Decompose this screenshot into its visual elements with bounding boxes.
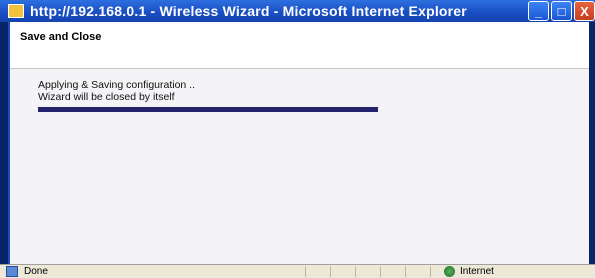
browser-window: http://192.168.0.1 - Wireless Wizard - M… (0, 0, 595, 278)
close-icon: X (580, 3, 589, 19)
status-divider (355, 266, 356, 277)
progress-fill (38, 107, 378, 112)
dialog-body: Applying & Saving configuration .. Wizar… (10, 69, 589, 264)
page-title: Save and Close (20, 31, 102, 43)
status-bar: Done Internet (0, 264, 595, 278)
message-line-2: Wizard will be closed by itself (38, 91, 175, 103)
title-bar[interactable]: http://192.168.0.1 - Wireless Wizard - M… (0, 0, 595, 22)
status-divider (305, 266, 306, 277)
status-divider (330, 266, 331, 277)
page-content: Save and Close Applying & Saving configu… (8, 22, 589, 264)
close-button[interactable]: X (574, 1, 595, 21)
minimize-icon: _ (534, 3, 543, 19)
status-divider (405, 266, 406, 277)
maximize-button[interactable]: □ (551, 1, 572, 21)
maximize-icon: □ (557, 3, 566, 19)
minimize-button[interactable]: _ (528, 1, 549, 21)
window-controls: _ □ X (528, 1, 595, 21)
message-line-1: Applying & Saving configuration .. (38, 79, 196, 91)
progress-bar (38, 107, 378, 112)
dialog-header: Save and Close (10, 22, 589, 69)
status-divider (380, 266, 381, 277)
status-message: Applying & Saving configuration .. Wizar… (38, 79, 195, 103)
status-text: Done (24, 266, 48, 277)
page-done-icon (6, 266, 18, 277)
status-divider (430, 266, 431, 277)
window-title: http://192.168.0.1 - Wireless Wizard - M… (30, 3, 467, 19)
internet-zone-icon (444, 266, 455, 277)
zone-text: Internet (460, 266, 494, 277)
ie-page-icon (8, 4, 24, 18)
